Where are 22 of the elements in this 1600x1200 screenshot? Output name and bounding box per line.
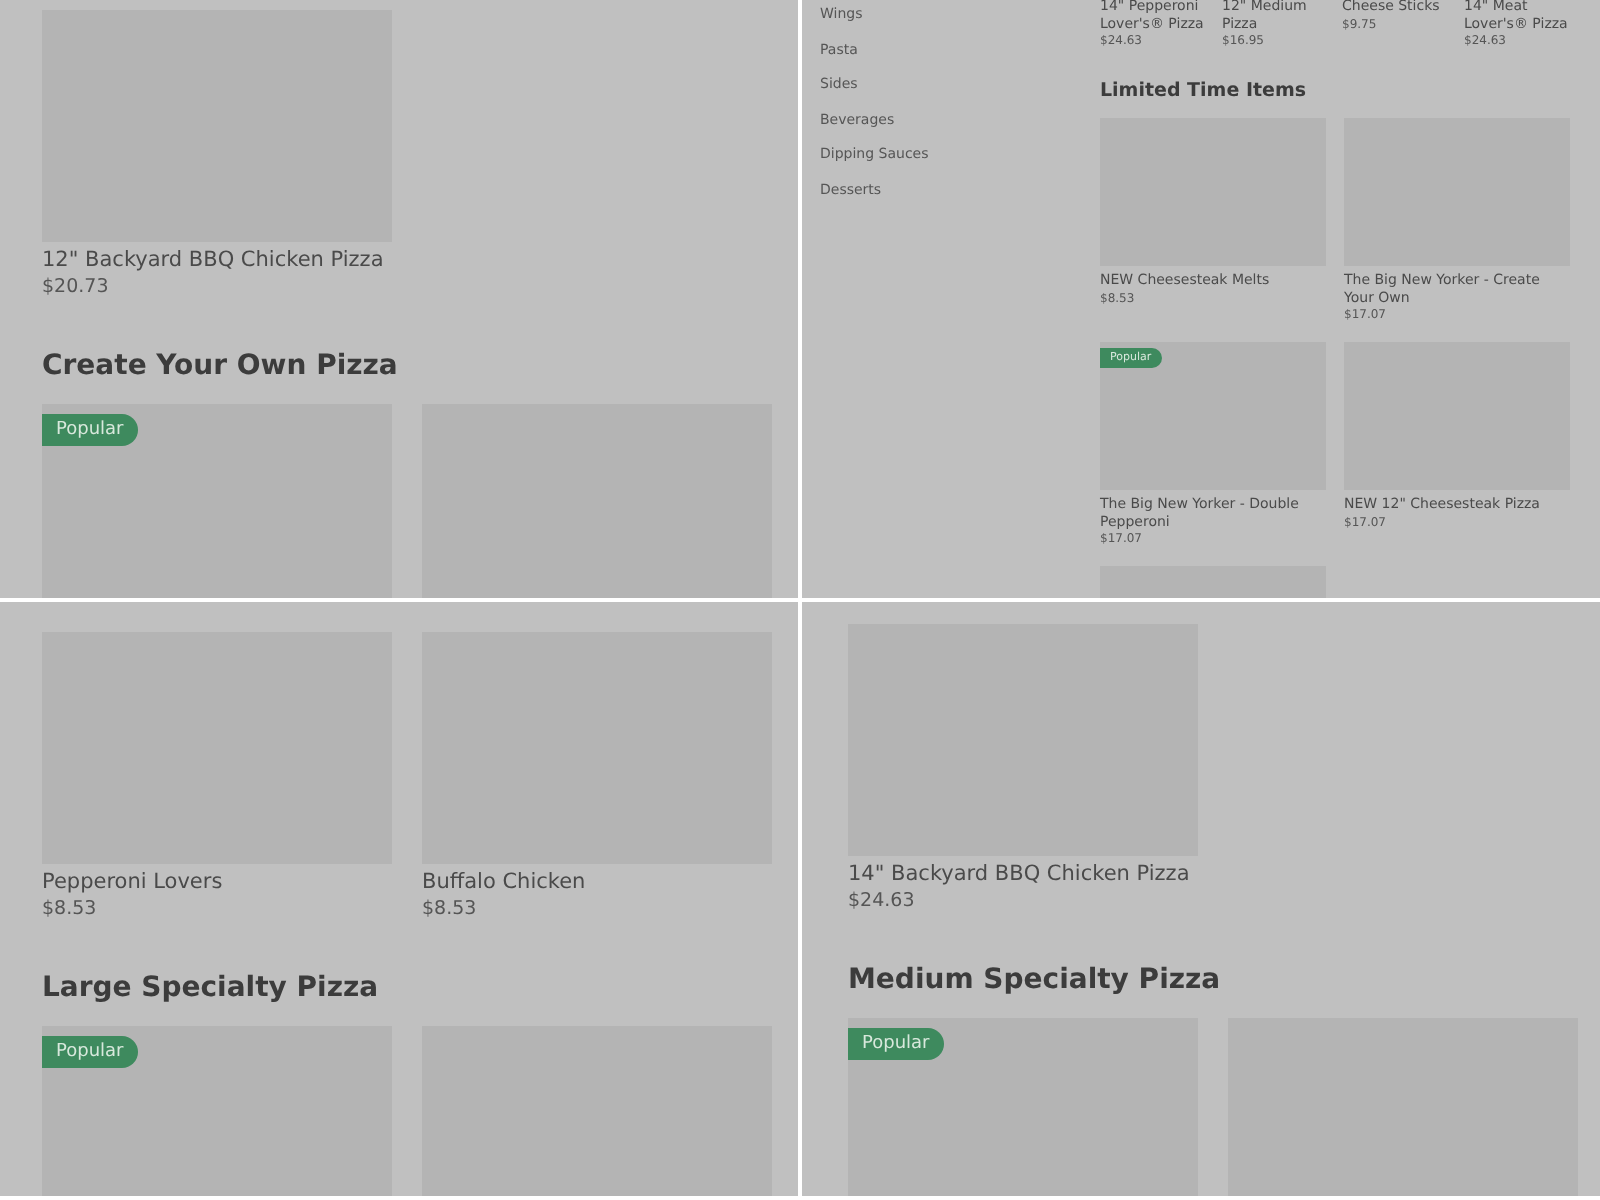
image-placeholder[interactable] <box>42 1026 392 1196</box>
item-title[interactable]: 14" Backyard BBQ Chicken Pizza <box>848 860 1198 888</box>
image-placeholder[interactable] <box>1228 1018 1578 1196</box>
image-placeholder[interactable] <box>848 1018 1198 1196</box>
item-price: $24.63 <box>848 888 917 916</box>
section-heading: Large Specialty Pizza <box>42 972 381 1004</box>
item-price: $20.73 <box>42 274 111 302</box>
item-title[interactable]: 12" Backyard BBQ Chicken Pizza <box>42 246 392 274</box>
item-price: $8.53 <box>42 896 99 924</box>
section-heading: Limited Time Items <box>1100 80 1309 102</box>
image-placeholder[interactable] <box>42 404 392 598</box>
item-title[interactable]: Buffalo Chicken <box>422 868 772 896</box>
popular-badge: Popular <box>42 1036 138 1068</box>
popular-badge: Popular <box>42 414 138 446</box>
image-placeholder[interactable] <box>1100 342 1326 490</box>
section-heading: Create Your Own Pizza <box>42 350 400 382</box>
item-title[interactable]: Pepperoni Lovers <box>42 868 392 896</box>
popular-badge: Popular <box>848 1028 944 1060</box>
image-placeholder[interactable] <box>422 1026 772 1196</box>
section-heading: Medium Specialty Pizza <box>848 964 1223 996</box>
item-price: $8.53 <box>422 896 479 924</box>
image-placeholder[interactable] <box>422 404 772 598</box>
